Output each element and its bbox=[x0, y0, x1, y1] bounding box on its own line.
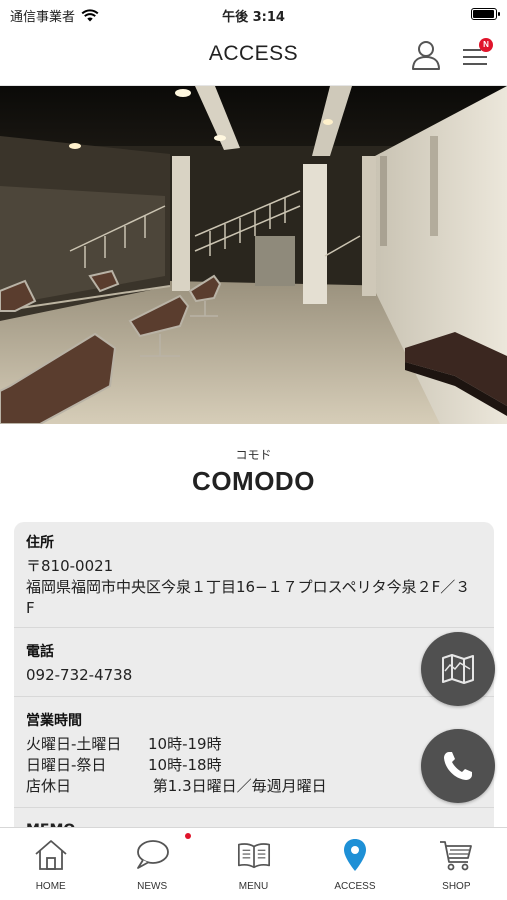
clock: 午後 3:14 bbox=[222, 10, 285, 25]
shop-name: COMODO bbox=[192, 466, 315, 496]
shop-name-kana: コモド bbox=[235, 448, 272, 462]
tab-access[interactable]: ACCESS bbox=[304, 828, 405, 900]
location-pin-icon bbox=[343, 839, 366, 871]
hours-row: 日曜日-祭日 10時-18時 bbox=[26, 755, 480, 776]
tab-news[interactable]: NEWS bbox=[101, 828, 202, 900]
chat-bubble-icon bbox=[137, 840, 170, 869]
hours-section: 営業時間 火曜日-土曜日 10時-19時 日曜日-祭日 10時-18時 店休日 … bbox=[14, 697, 494, 808]
tab-home[interactable]: HOME bbox=[0, 828, 101, 900]
address-section: 住所 〒810-0021 福岡県福岡市中央区今泉１丁目16−１７プロスペリタ今泉… bbox=[14, 522, 494, 628]
menu-button[interactable]: N bbox=[459, 38, 493, 72]
shopping-cart-icon bbox=[440, 841, 473, 871]
postal-code: 〒810-0021 bbox=[26, 557, 114, 575]
tab-label: HOME bbox=[35, 881, 66, 892]
address-text: 福岡県福岡市中央区今泉１丁目16−１７プロスペリタ今泉２F／３F bbox=[26, 578, 471, 617]
map-icon bbox=[442, 654, 474, 684]
salon-photo bbox=[0, 86, 507, 424]
tab-menu[interactable]: MENU bbox=[203, 828, 304, 900]
app-header: ACCESS N bbox=[0, 28, 507, 86]
tab-label: ACCESS bbox=[334, 881, 376, 892]
account-button[interactable] bbox=[409, 38, 443, 72]
status-bar: 通信事業者 午後 3:14 bbox=[0, 0, 507, 28]
phone-number[interactable]: 092-732-4738 bbox=[26, 665, 480, 686]
hours-row: 火曜日-土曜日 10時-19時 bbox=[26, 734, 480, 755]
tab-label: MENU bbox=[238, 881, 269, 892]
address-label: 住所 bbox=[26, 535, 54, 551]
tab-shop[interactable]: SHOP bbox=[406, 828, 507, 900]
hours-time: 10時-18時 bbox=[148, 756, 222, 774]
hours-label: 営業時間 bbox=[26, 713, 82, 729]
phone-label: 電話 bbox=[26, 644, 54, 660]
hours-time: 10時-19時 bbox=[148, 735, 222, 753]
shop-info-card: 住所 〒810-0021 福岡県福岡市中央区今泉１丁目16−１７プロスペリタ今泉… bbox=[14, 522, 494, 842]
hours-row: 店休日 第1.3日曜日／毎週月曜日 bbox=[26, 776, 480, 797]
hours-day: 日曜日-祭日 bbox=[26, 756, 107, 774]
bottom-tab-bar: HOME NEWS MENU ACCESS SHOP bbox=[0, 827, 507, 900]
unread-dot bbox=[185, 833, 192, 839]
battery-icon bbox=[471, 8, 500, 20]
user-icon bbox=[412, 41, 440, 70]
battery-level bbox=[473, 10, 494, 18]
hours-day: 火曜日-土曜日 bbox=[26, 735, 122, 753]
book-icon bbox=[237, 843, 270, 869]
hours-time: 第1.3日曜日／毎週月曜日 bbox=[148, 777, 327, 795]
call-button[interactable] bbox=[421, 729, 495, 803]
tab-label: NEWS bbox=[137, 881, 168, 892]
salon-interior-photo bbox=[0, 86, 507, 424]
phone-icon bbox=[444, 752, 472, 780]
notification-badge: N bbox=[479, 38, 493, 52]
hours-day: 店休日 bbox=[26, 777, 72, 795]
home-icon bbox=[35, 840, 67, 870]
tab-label: SHOP bbox=[442, 881, 471, 892]
map-button[interactable] bbox=[421, 632, 495, 706]
